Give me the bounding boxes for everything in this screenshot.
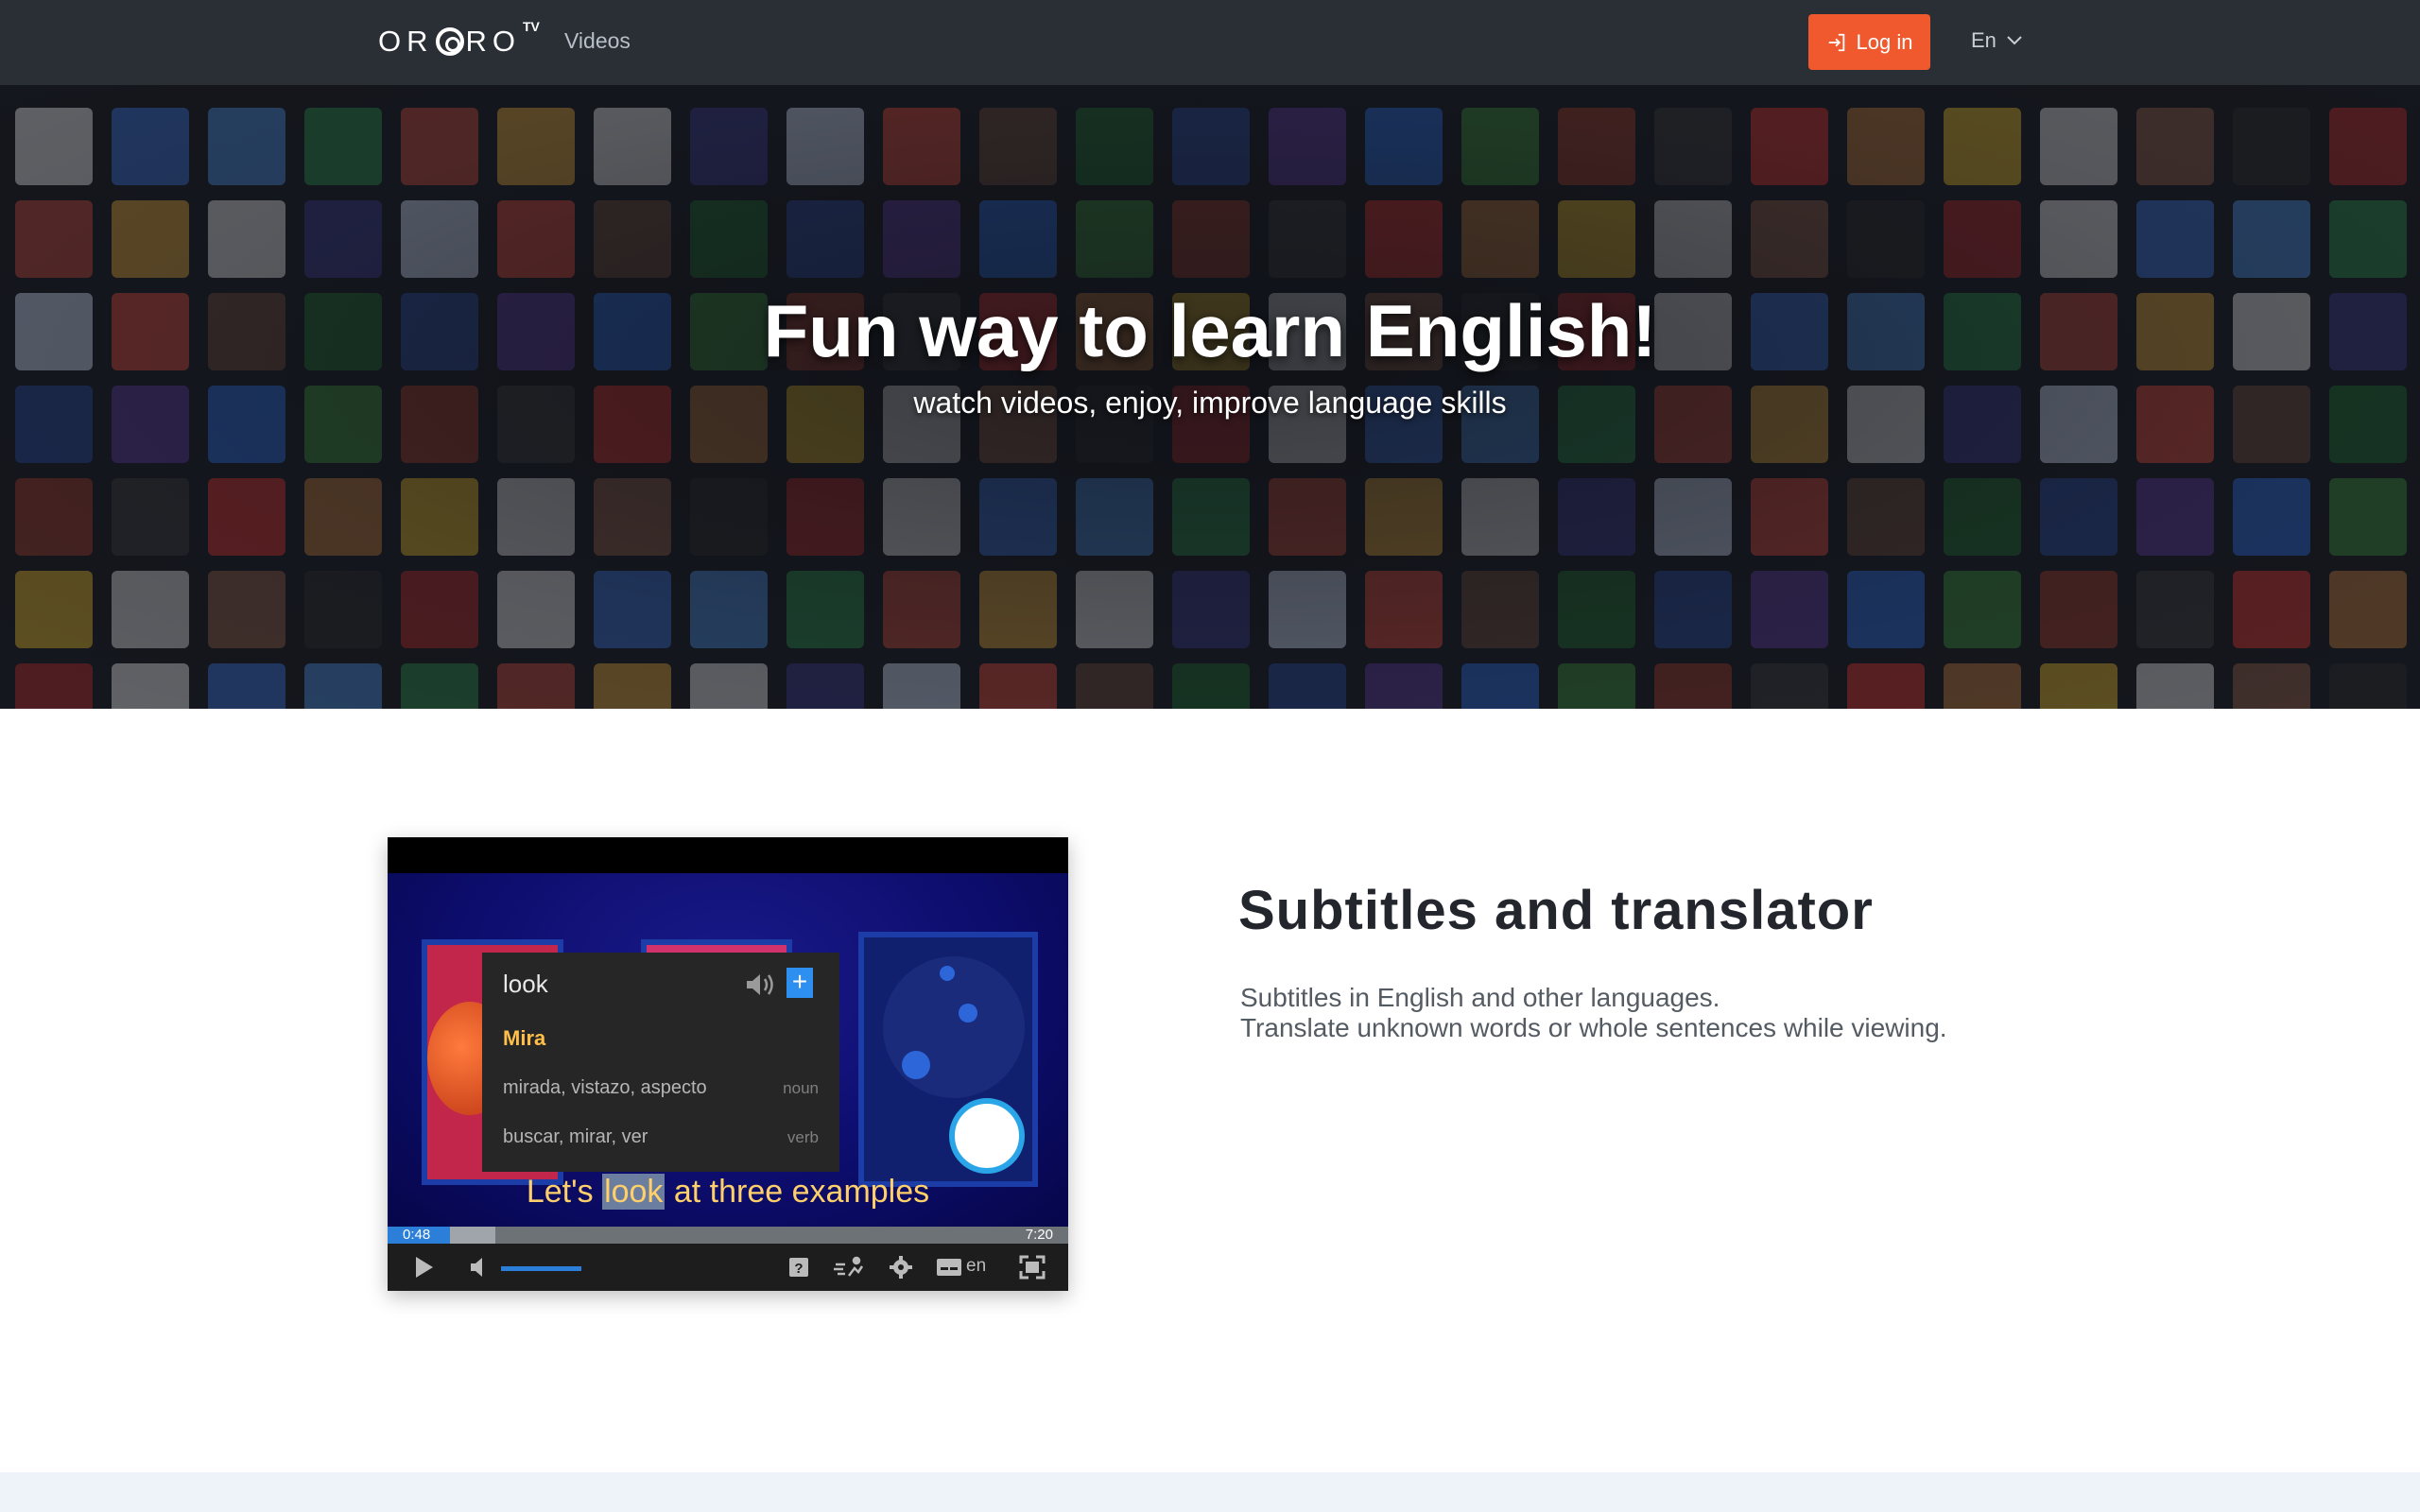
subtitles-icon[interactable] [936,1255,962,1280]
hero-banner: Fun way to learn English! watch videos, … [0,85,2420,709]
logo-tv: TV [523,19,540,34]
hero-title: Fun way to learn English! [763,289,1657,372]
noun-translations: mirada, vistazo, aspecto [503,1077,707,1098]
player-controls: ? en [388,1244,1068,1291]
playback-speed-icon[interactable] [832,1255,866,1280]
settings-icon[interactable] [889,1255,913,1280]
add-word-button[interactable]: + [786,968,813,998]
duration: 7:20 [1025,1227,1053,1243]
verb-label: verb [786,1128,819,1146]
login-icon [1828,33,1844,51]
nav-videos-link[interactable]: Videos [564,28,631,54]
speaker-icon[interactable] [745,971,777,998]
noun-label: noun [783,1079,819,1097]
popup-word: look [503,970,548,998]
feature-description: Subtitles in English and other languages… [1240,983,1947,1042]
popup-main-translation: Mira [503,1026,546,1050]
play-icon[interactable] [414,1255,435,1280]
login-button[interactable]: Log in [1808,14,1930,70]
language-label: En [1971,28,1996,52]
logo-mark-icon [435,27,464,56]
top-navbar: OR RO TV Videos Log in En [0,0,2420,85]
next-section-band [0,1472,2420,1512]
current-time: 0:48 [403,1227,431,1243]
verb-translations: buscar, mirar, ver [503,1126,648,1147]
video-subtitle[interactable]: Let's look at three examples [388,1174,1068,1211]
help-icon[interactable]: ? [788,1255,809,1280]
astronaut-illustration [949,1098,1025,1174]
volume-icon[interactable] [469,1255,490,1280]
feature-title: Subtitles and translator [1238,880,1874,941]
highlighted-word[interactable]: look [602,1174,666,1210]
language-selector[interactable]: En [1971,28,2023,53]
subtitle-language[interactable]: en [966,1256,986,1277]
translation-popup: look + Mira mirada, vistazo, aspecto nou… [482,953,839,1172]
progress-bar[interactable] [388,1227,1068,1244]
logo-text: OR [378,25,434,58]
video-player-demo[interactable]: look + Mira mirada, vistazo, aspecto nou… [388,837,1068,1291]
svg-text:?: ? [794,1261,803,1277]
login-label: Log in [1856,29,1913,54]
hero-subtitle: watch videos, enjoy, improve language sk… [913,386,1507,420]
ororo-logo[interactable]: OR RO TV [378,13,540,70]
fullscreen-icon[interactable] [1019,1255,1046,1280]
chevron-down-icon [2007,36,2022,45]
volume-slider[interactable] [501,1266,581,1271]
